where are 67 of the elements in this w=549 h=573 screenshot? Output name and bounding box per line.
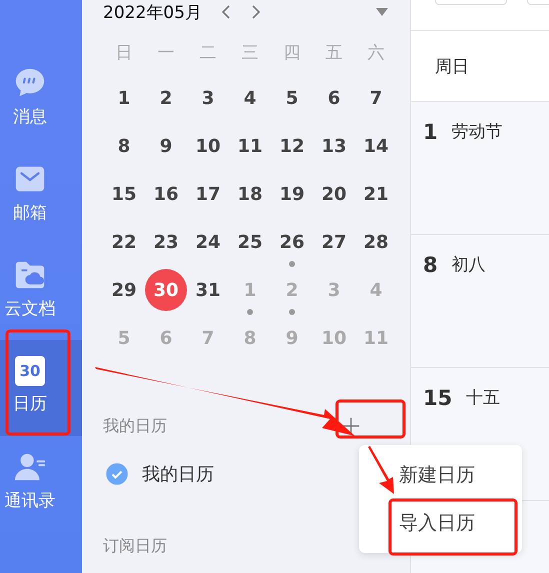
contact-icon bbox=[14, 451, 46, 483]
month-title: 2022年05月 bbox=[103, 2, 202, 24]
day-number[interactable]: 29 bbox=[103, 269, 145, 311]
day-number[interactable]: 14 bbox=[355, 125, 397, 167]
cloud-folder-icon bbox=[14, 259, 46, 291]
day-number[interactable]: 16 bbox=[145, 173, 187, 215]
chat-icon bbox=[14, 67, 46, 99]
day-number[interactable]: 13 bbox=[313, 125, 355, 167]
day-number[interactable]: 3 bbox=[187, 77, 229, 119]
day-number[interactable]: 24 bbox=[187, 221, 229, 263]
day-number[interactable]: 27 bbox=[313, 221, 355, 263]
day-number[interactable]: 7 bbox=[355, 77, 397, 119]
calendar-icon: 30 bbox=[15, 356, 45, 386]
day-number[interactable]: 21 bbox=[355, 173, 397, 215]
sidebar-item[interactable]: 30 日历 bbox=[0, 340, 82, 436]
sidebar-item[interactable]: 消息 bbox=[0, 52, 60, 148]
weekday-label: 三 bbox=[240, 42, 260, 65]
calendar-name[interactable]: 我的日历 bbox=[142, 462, 214, 486]
annotation-box bbox=[336, 400, 406, 438]
caret-icon[interactable] bbox=[376, 8, 388, 16]
section-title: 订阅日历 bbox=[103, 536, 167, 556]
sidebar-item[interactable]: 云文档 bbox=[0, 244, 60, 340]
sidebar-item[interactable]: 邮箱 bbox=[0, 148, 60, 244]
date-number: 8 bbox=[423, 253, 438, 277]
day-number[interactable]: 4 bbox=[229, 77, 271, 119]
day-note: 劳动节 bbox=[452, 121, 503, 143]
weekday-label: 六 bbox=[366, 42, 386, 65]
day-number[interactable]: 26 bbox=[271, 221, 313, 263]
day-number[interactable]: 17 bbox=[187, 173, 229, 215]
day-number[interactable]: 1 bbox=[103, 77, 145, 119]
day-number[interactable]: 30 bbox=[145, 269, 187, 311]
day-number[interactable]: 12 bbox=[271, 125, 313, 167]
date-number: 15 bbox=[423, 386, 452, 410]
weekday-label: 二 bbox=[198, 42, 218, 65]
day-number[interactable]: 5 bbox=[271, 77, 313, 119]
weekday-label: 一 bbox=[156, 42, 176, 65]
day-number[interactable]: 25 bbox=[229, 221, 271, 263]
checkbox[interactable] bbox=[106, 463, 128, 485]
menu-item[interactable]: 新建日历 bbox=[359, 457, 522, 505]
weekday-label: 四 bbox=[282, 42, 302, 65]
next-month-icon[interactable] bbox=[250, 4, 262, 20]
day-note: 初八 bbox=[452, 254, 486, 276]
day-number[interactable]: 11 bbox=[229, 125, 271, 167]
day-number[interactable]: 22 bbox=[103, 221, 145, 263]
day-number[interactable]: 28 bbox=[355, 221, 397, 263]
day-number[interactable]: 20 bbox=[313, 173, 355, 215]
day-number[interactable]: 18 bbox=[229, 173, 271, 215]
annotation-arrow bbox=[368, 446, 394, 494]
weekday-label: 日 bbox=[114, 42, 134, 65]
day-number[interactable]: 31 bbox=[187, 269, 229, 311]
section-title: 我的日历 bbox=[103, 416, 167, 436]
day-note: 十五 bbox=[466, 387, 500, 409]
day-number[interactable]: 6 bbox=[313, 77, 355, 119]
day-number[interactable]: 19 bbox=[271, 173, 313, 215]
weekday-header: 周日 bbox=[435, 56, 469, 78]
previous-month-icon[interactable] bbox=[220, 4, 232, 20]
menu-item[interactable]: 导入日历 bbox=[359, 505, 522, 553]
weekday-label: 五 bbox=[324, 42, 344, 65]
day-number[interactable]: 2 bbox=[145, 77, 187, 119]
day-number[interactable]: 8 bbox=[103, 125, 145, 167]
day-number[interactable]: 10 bbox=[187, 125, 229, 167]
day-number[interactable]: 9 bbox=[145, 125, 187, 167]
day-number[interactable]: 15 bbox=[103, 173, 145, 215]
sidebar-item[interactable]: 通讯录 bbox=[0, 436, 60, 532]
add-icon[interactable] bbox=[342, 417, 360, 435]
day-number[interactable]: 23 bbox=[145, 221, 187, 263]
date-number: 1 bbox=[423, 120, 438, 144]
